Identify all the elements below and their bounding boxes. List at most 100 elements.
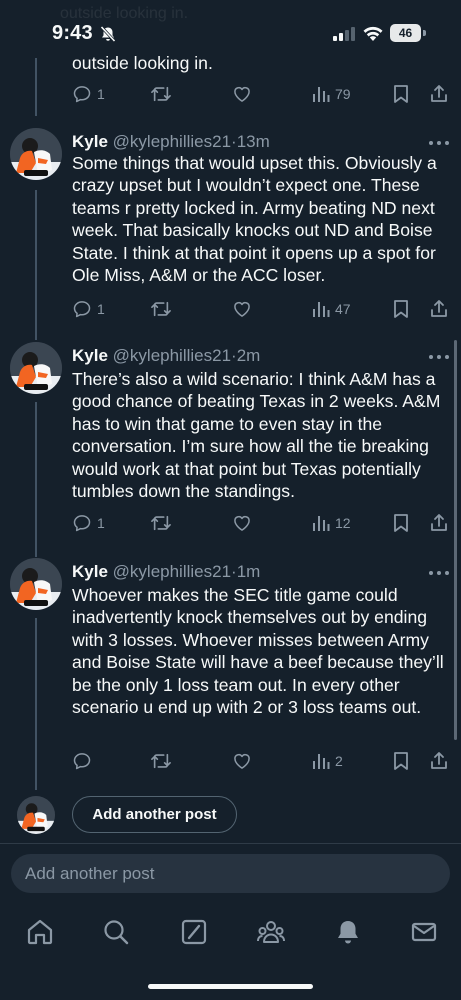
share-button[interactable] [429,510,449,536]
handle[interactable]: @kylephillies21 [113,346,231,365]
repost-button[interactable] [150,510,172,536]
post-actions: 1 79 [72,81,452,107]
timestamp: 13m [236,132,270,151]
post-header: Kyle @kylephillies21·2m [72,345,260,367]
reply-count: 1 [97,515,105,531]
share-icon [431,752,447,769]
views-count: 2 [335,753,343,769]
heart-icon [234,86,250,102]
reply-button[interactable]: 1 [72,296,105,322]
like-button[interactable] [232,296,252,322]
post-text: There’s also a wild scenario: I think A&… [72,369,441,502]
post-actions: 1 47 [72,296,452,322]
post-text-partial: outside looking in. [72,53,213,73]
display-name[interactable]: Kyle [72,346,108,365]
share-button[interactable] [429,81,449,107]
views-count: 79 [335,86,351,102]
handle[interactable]: @kylephillies21 [113,562,231,581]
compose-input[interactable]: Add another post [11,854,450,893]
battery-indicator: 46 [390,24,421,42]
bottom-tab-bar [0,905,461,960]
bookmark-icon [394,300,408,318]
home-icon[interactable] [25,917,55,947]
views-icon [313,302,330,317]
views-icon [313,754,330,769]
repost-icon [151,753,171,769]
scroll-indicator[interactable] [454,340,457,740]
views-button[interactable]: 47 [312,296,351,322]
reply-count: 1 [97,86,105,102]
bookmark-button[interactable] [392,510,410,536]
search-icon[interactable] [101,917,131,947]
repost-icon [151,301,171,317]
share-icon [431,85,447,102]
avatar[interactable] [10,128,62,180]
bookmark-icon [394,752,408,770]
views-button[interactable]: 79 [312,81,351,107]
bookmark-button[interactable] [392,296,410,322]
share-button[interactable] [429,296,449,322]
reply-icon [73,301,91,318]
bookmark-icon [394,514,408,532]
divider [0,843,461,844]
reply-button[interactable]: 1 [72,510,105,536]
post-actions: 2 [72,748,452,774]
add-another-post-button[interactable]: Add another post [72,796,237,833]
reply-icon [73,86,91,103]
home-indicator [148,984,313,989]
timestamp: 2m [236,346,261,365]
reply-icon [73,515,91,532]
bookmark-button[interactable] [392,748,410,774]
like-button[interactable] [232,748,252,774]
grok-icon[interactable] [179,917,209,947]
repost-icon [151,86,171,102]
heart-icon [234,753,250,769]
views-count: 12 [335,515,351,531]
views-count: 47 [335,301,351,317]
display-name[interactable]: Kyle [72,562,108,581]
views-button[interactable]: 12 [312,510,351,536]
reply-button[interactable] [72,748,97,774]
more-options-icon[interactable] [428,568,450,578]
handle[interactable]: @kylephillies21 [113,132,231,151]
post-text: Whoever makes the SEC title game could i… [72,585,444,718]
communities-icon[interactable] [256,917,286,947]
battery-cap [423,30,426,36]
views-button[interactable]: 2 [312,748,343,774]
more-options-icon[interactable] [428,352,450,362]
reply-button[interactable]: 1 [72,81,105,107]
display-name[interactable]: Kyle [72,132,108,151]
thread-line [35,58,37,116]
avatar [17,796,55,834]
timestamp: 1m [236,562,261,581]
reply-icon [73,753,91,770]
notifications-icon[interactable] [333,917,363,947]
cellular-signal-icon [333,27,355,41]
repost-button[interactable] [150,296,172,322]
thread-line [35,618,37,790]
post-header: Kyle @kylephillies21·13m [72,131,270,153]
messages-icon[interactable] [409,917,439,947]
views-icon [313,516,330,531]
thread-line [35,190,37,340]
heart-icon [234,515,250,531]
post-header: Kyle @kylephillies21·1m [72,561,260,583]
bell-off-icon [100,25,116,43]
more-options-icon[interactable] [428,138,450,148]
share-button[interactable] [429,748,449,774]
status-time: 9:43 [52,22,93,44]
thread-line [35,402,37,557]
avatar[interactable] [10,558,62,610]
like-button[interactable] [232,510,252,536]
repost-button[interactable] [150,748,172,774]
bookmark-button[interactable] [392,81,410,107]
bookmark-icon [394,85,408,103]
reply-count: 1 [97,301,105,317]
like-button[interactable] [232,81,252,107]
avatar[interactable] [10,342,62,394]
post-actions: 1 12 [72,510,452,536]
repost-button[interactable] [150,81,172,107]
views-icon [313,87,330,102]
share-icon [431,300,447,317]
post-text: Some things that would upset this. Obvio… [72,153,437,286]
